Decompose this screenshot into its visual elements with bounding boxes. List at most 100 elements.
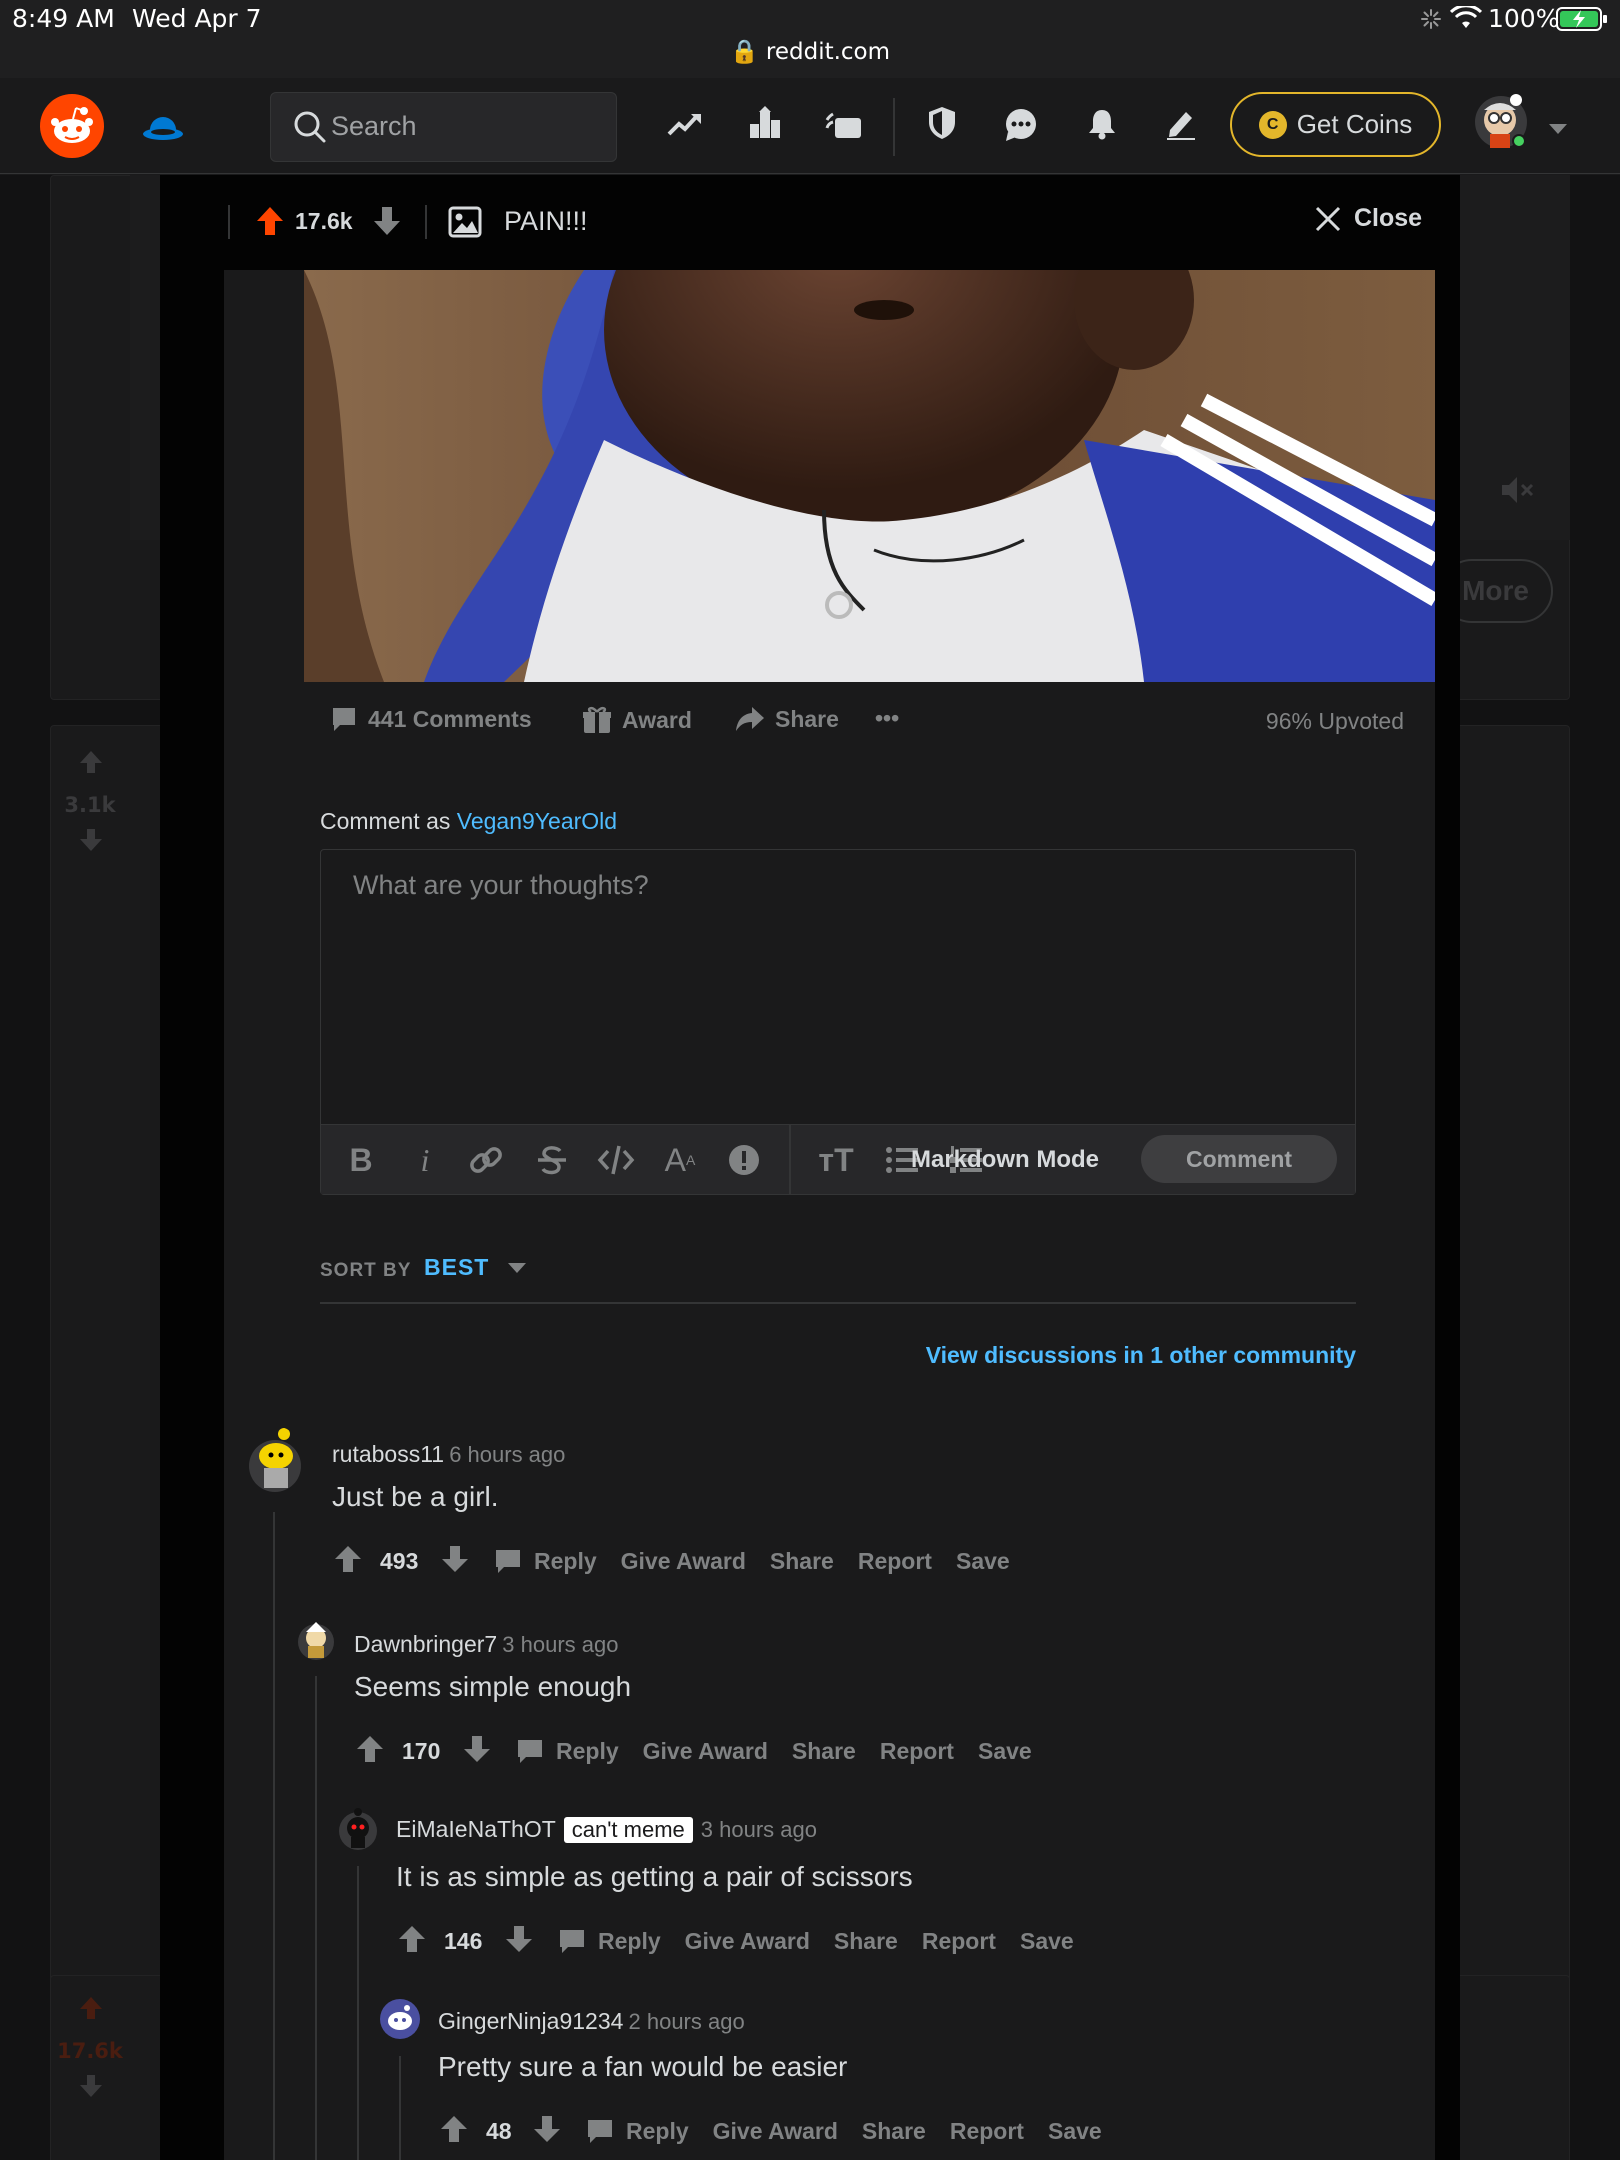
upvote-percentage: 96% Upvoted xyxy=(1265,708,1404,734)
user-menu-chevron-down-icon[interactable] xyxy=(1548,120,1568,139)
strikethrough-icon[interactable] xyxy=(527,1125,577,1195)
comment-action-bar: Reply Give Award Share Report Save xyxy=(494,1547,1010,1575)
comment-timestamp[interactable]: 3 hours ago xyxy=(502,1632,618,1657)
comment-username[interactable]: EiMaIeNaThOT xyxy=(396,1816,556,1843)
report-button[interactable]: Report xyxy=(880,1738,954,1765)
comment-score: 493 xyxy=(380,1548,419,1574)
comment-timestamp[interactable]: 6 hours ago xyxy=(449,1442,565,1467)
thread-line[interactable] xyxy=(357,1866,359,2160)
upvote-icon[interactable] xyxy=(356,1735,384,1767)
spoiler-icon[interactable] xyxy=(719,1125,769,1195)
bg-upvote-icon[interactable] xyxy=(78,1995,104,2025)
search-bar[interactable] xyxy=(270,92,617,162)
comment-editor: B i AA ᴛT Markdown Mode Comment xyxy=(320,849,1356,1195)
wifi-icon xyxy=(1449,4,1483,34)
close-button[interactable]: Close xyxy=(1314,204,1422,233)
reply-button[interactable]: Reply xyxy=(516,1737,619,1765)
post-image[interactable] xyxy=(304,270,1435,682)
thread-line[interactable] xyxy=(399,2056,401,2160)
downvote-icon[interactable] xyxy=(441,1545,469,1577)
reddit-logo-icon[interactable] xyxy=(40,94,104,162)
share-button[interactable]: Share xyxy=(834,1928,898,1955)
save-button[interactable]: Save xyxy=(956,1548,1010,1575)
share-button[interactable]: Share xyxy=(770,1548,834,1575)
heading-icon[interactable]: ᴛT xyxy=(811,1125,861,1195)
avatar[interactable] xyxy=(296,1618,336,1662)
thread-line[interactable] xyxy=(273,1512,275,2160)
reply-button[interactable]: Reply xyxy=(586,2117,689,2145)
commenter-username-link[interactable]: Vegan9YearOld xyxy=(457,808,617,834)
comment-body: Just be a girl. xyxy=(332,1481,499,1512)
community-icon[interactable] xyxy=(140,104,186,152)
comments-count-button[interactable]: 441 Comments xyxy=(330,705,532,733)
upvote-icon[interactable] xyxy=(440,2115,468,2147)
code-icon[interactable] xyxy=(591,1125,641,1195)
comment-username[interactable]: rutaboss11 xyxy=(332,1441,444,1467)
comment-timestamp[interactable]: 2 hours ago xyxy=(629,2009,745,2034)
italic-icon[interactable]: i xyxy=(403,1125,447,1195)
give-award-button[interactable]: Give Award xyxy=(643,1738,768,1765)
report-button[interactable]: Report xyxy=(950,2118,1024,2145)
get-coins-button[interactable]: C Get Coins xyxy=(1230,92,1441,157)
superscript-icon[interactable]: AA xyxy=(655,1125,705,1195)
give-award-button[interactable]: Give Award xyxy=(685,1928,810,1955)
upvote-icon[interactable] xyxy=(334,1545,362,1577)
upvote-arrow-icon[interactable] xyxy=(256,206,284,240)
mute-icon[interactable] xyxy=(1500,475,1534,509)
bold-icon[interactable]: B xyxy=(339,1125,383,1195)
share-button[interactable]: Share xyxy=(792,1738,856,1765)
leaderboard-icon[interactable] xyxy=(748,106,782,144)
markdown-mode-toggle[interactable]: Markdown Mode xyxy=(885,1125,1125,1195)
other-community-link[interactable]: View discussions in 1 other community xyxy=(700,1342,1356,1369)
share-button[interactable]: Share xyxy=(862,2118,926,2145)
comment-meta: EiMaIeNaThOT can't meme 3 hours ago xyxy=(396,1816,817,1843)
reply-bubble-icon xyxy=(560,1930,584,1953)
address-bar[interactable]: 🔒 reddit.com xyxy=(0,38,1620,65)
notifications-bell-icon[interactable] xyxy=(1088,108,1116,144)
rpan-icon[interactable] xyxy=(825,110,863,144)
downvote-icon[interactable] xyxy=(463,1735,491,1767)
comment-timestamp[interactable]: 3 hours ago xyxy=(701,1817,817,1843)
create-post-pencil-icon[interactable] xyxy=(1166,108,1196,144)
thread-line[interactable] xyxy=(315,1676,317,2160)
more-options-icon[interactable]: ••• xyxy=(875,705,899,732)
save-button[interactable]: Save xyxy=(978,1738,1032,1765)
post-score: 17.6k xyxy=(295,208,353,234)
give-award-button[interactable]: Give Award xyxy=(621,1548,746,1575)
avatar[interactable] xyxy=(379,1998,421,2040)
reply-button[interactable]: Reply xyxy=(558,1927,661,1955)
downvote-arrow-icon[interactable] xyxy=(373,206,401,240)
search-input[interactable] xyxy=(331,111,601,142)
bg-downvote-icon[interactable] xyxy=(78,2073,104,2103)
reply-bubble-icon xyxy=(496,1550,520,1573)
comment-meta: rutaboss11 6 hours ago xyxy=(332,1441,565,1468)
link-icon[interactable] xyxy=(461,1125,511,1195)
award-button[interactable]: Award xyxy=(582,705,692,735)
sort-dropdown[interactable]: BEST xyxy=(424,1254,527,1281)
avatar[interactable] xyxy=(337,1806,379,1852)
bg-upvote-icon[interactable] xyxy=(78,749,104,779)
upvote-icon[interactable] xyxy=(398,1925,426,1957)
comment-textarea[interactable] xyxy=(321,850,1355,1126)
bg-downvote-icon[interactable] xyxy=(78,827,104,857)
comment-username[interactable]: Dawnbringer7 xyxy=(354,1631,497,1657)
trending-icon[interactable] xyxy=(667,110,703,144)
save-button[interactable]: Save xyxy=(1048,2118,1102,2145)
report-button[interactable]: Report xyxy=(922,1928,996,1955)
save-button[interactable]: Save xyxy=(1020,1928,1074,1955)
avatar[interactable] xyxy=(246,1426,304,1494)
chat-icon[interactable] xyxy=(1004,108,1038,146)
downvote-icon[interactable] xyxy=(533,2115,561,2147)
comment-submit-button[interactable]: Comment xyxy=(1141,1135,1337,1183)
mod-shield-icon[interactable] xyxy=(927,106,957,144)
share-button[interactable]: Share xyxy=(735,705,839,733)
comment-username[interactable]: GingerNinja91234 xyxy=(438,2008,623,2034)
header-divider xyxy=(893,98,895,156)
bg-score: 3.1k xyxy=(64,793,116,817)
report-button[interactable]: Report xyxy=(858,1548,932,1575)
close-label: Close xyxy=(1354,204,1423,232)
downvote-icon[interactable] xyxy=(505,1925,533,1957)
give-award-button[interactable]: Give Award xyxy=(713,2118,838,2145)
reply-button[interactable]: Reply xyxy=(494,1547,597,1575)
user-avatar[interactable] xyxy=(1472,92,1530,158)
